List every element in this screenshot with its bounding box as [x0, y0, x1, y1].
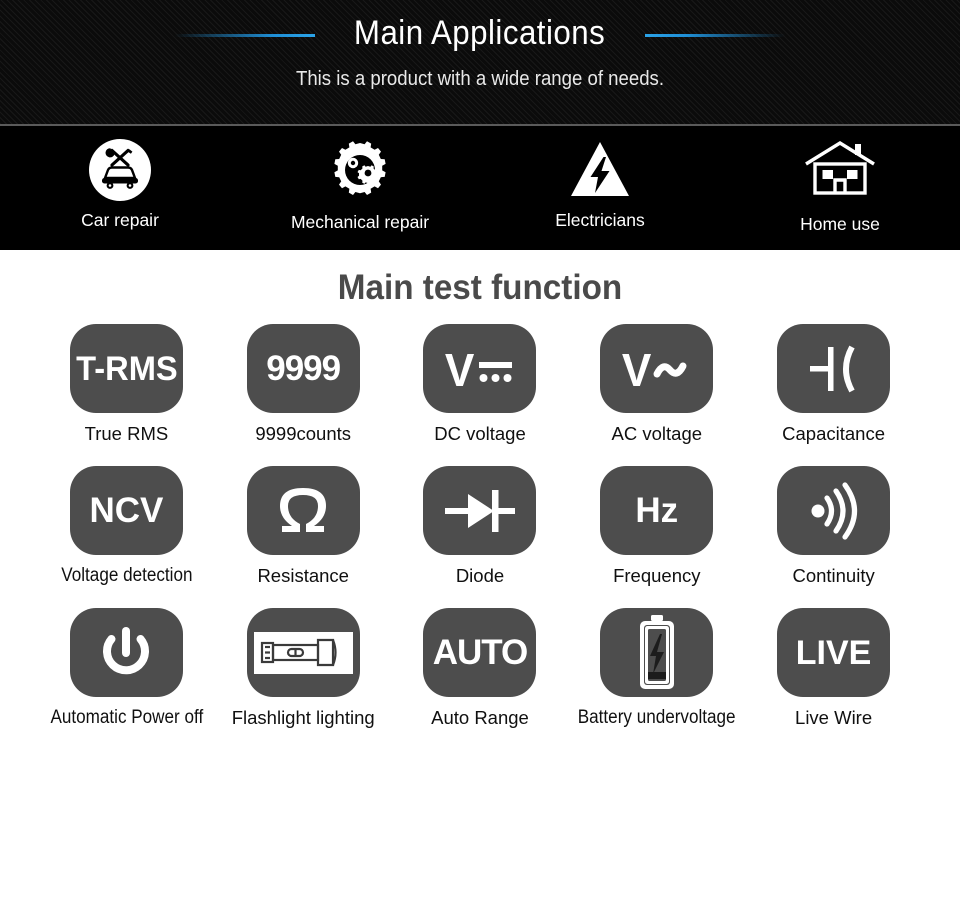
function-item-battery-undervoltage[interactable]: Battery undervoltage [568, 608, 745, 729]
function-label: Live Wire [795, 707, 873, 728]
function-item-capacitance[interactable]: Capacitance [745, 324, 922, 445]
tile-glyph: T-RMS [75, 349, 178, 388]
function-label: AC voltage [611, 423, 703, 444]
dc-voltage-icon: V [423, 324, 537, 413]
header-banner: Main Applications This is a product with… [0, 0, 960, 126]
function-label: Voltage detection [60, 565, 193, 586]
header-title-row: Main Applications [0, 0, 960, 66]
capacitor-icon [777, 324, 891, 413]
function-item-ac-voltage[interactable]: V AC voltage [568, 324, 745, 445]
product-infographic: Main Applications This is a product with… [0, 0, 960, 897]
auto-text-icon: AUTO [423, 608, 537, 697]
application-item-mechanical-repair: Mechanical repair [240, 136, 480, 233]
function-item-auto-range[interactable]: AUTO Auto Range [392, 608, 569, 729]
function-item-live-wire[interactable]: LIVE Live Wire [745, 608, 922, 729]
application-item-electricians: Electricians [480, 136, 720, 231]
function-label: Resistance [257, 565, 349, 586]
flashlight-icon [246, 608, 360, 697]
accent-rule-right-icon [644, 33, 785, 37]
function-label: Flashlight lighting [231, 707, 375, 728]
high-voltage-triangle-icon [568, 136, 632, 204]
functions-grid: T-RMS True RMS 9999 9999counts V DC volt… [0, 324, 960, 750]
tile-glyph: AUTO [432, 633, 529, 672]
ncv-text-icon: NCV [69, 466, 183, 555]
function-label: 9999counts [255, 423, 352, 444]
function-label: True RMS [84, 423, 169, 444]
power-icon [69, 608, 183, 697]
function-item-diode[interactable]: Diode [392, 466, 569, 587]
function-label: Capacitance [782, 423, 885, 444]
function-item-resistance[interactable]: Resistance [215, 466, 392, 587]
function-label: Continuity [792, 565, 875, 586]
function-item-auto-power-off[interactable]: Automatic Power off [38, 608, 215, 729]
function-item-true-rms[interactable]: T-RMS True RMS [38, 324, 215, 445]
page-title: Main Applications [354, 13, 606, 52]
ac-voltage-icon: V [600, 324, 714, 413]
application-label: Mechanical repair [290, 212, 430, 232]
application-label: Home use [800, 214, 880, 234]
function-label: Diode [455, 565, 505, 586]
svg-text:V: V [622, 344, 651, 396]
function-label: Frequency [613, 565, 701, 586]
t-rms-text-icon: T-RMS [69, 324, 183, 413]
svg-text:V: V [445, 344, 474, 396]
gear-icon [327, 136, 393, 204]
accent-rule-left-icon [175, 33, 316, 37]
ohm-icon [246, 466, 360, 555]
applications-strip: Car repair Mechanical repair Electrician… [0, 126, 960, 250]
tile-glyph: NCV [89, 491, 164, 530]
function-label: Automatic Power off [50, 707, 203, 728]
functions-row: NCV Voltage detection Resistance Diode H… [0, 466, 960, 608]
function-item-flashlight[interactable]: Flashlight lighting [215, 608, 392, 729]
application-item-car-repair: Car repair [0, 136, 240, 231]
tile-glyph: LIVE [795, 633, 872, 672]
tile-glyph: 9999 [266, 349, 341, 388]
function-label: Auto Range [431, 707, 529, 728]
live-text-icon: LIVE [777, 608, 891, 697]
house-icon [802, 136, 878, 204]
function-item-frequency[interactable]: Hz Frequency [568, 466, 745, 587]
function-item-dc-voltage[interactable]: V DC voltage [392, 324, 569, 445]
diode-icon [423, 466, 537, 555]
function-item-voltage-detection[interactable]: NCV Voltage detection [38, 466, 215, 587]
section-title: Main test function [337, 268, 623, 307]
battery-low-icon [600, 608, 714, 697]
function-item-9999counts[interactable]: 9999 9999counts [215, 324, 392, 445]
functions-row: Automatic Power off Flashlight lighting … [0, 608, 960, 750]
hertz-text-icon: Hz [600, 466, 714, 555]
application-label: Electricians [555, 210, 645, 230]
function-label: Battery undervoltage [577, 707, 736, 728]
car-repair-icon [87, 136, 153, 204]
functions-row: T-RMS True RMS 9999 9999counts V DC volt… [0, 324, 960, 466]
function-label: DC voltage [434, 423, 526, 444]
tile-glyph: Hz [635, 491, 679, 530]
application-label: Car repair [81, 210, 159, 230]
function-item-continuity[interactable]: Continuity [745, 466, 922, 587]
continuity-buzzer-icon [777, 466, 891, 555]
counts-text-icon: 9999 [246, 324, 360, 413]
functions-section: Main test function T-RMS True RMS 9999 9… [0, 250, 960, 750]
header-subtitle: This is a product with a wide range of n… [295, 68, 665, 90]
application-item-home-use: Home use [720, 136, 960, 235]
